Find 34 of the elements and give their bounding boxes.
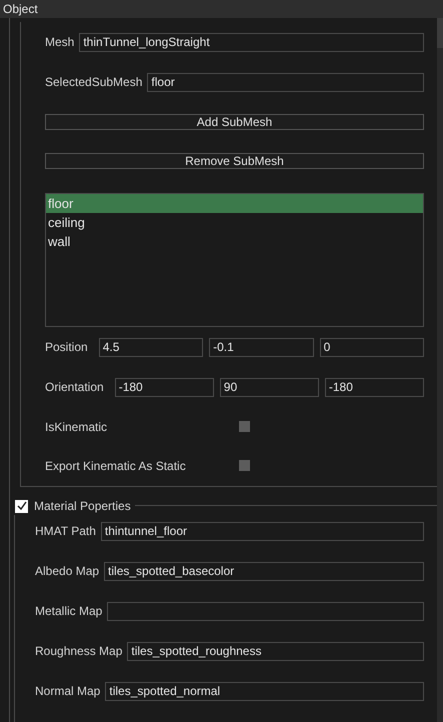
action-button[interactable]: Add SubMesh — [45, 114, 424, 130]
text-field[interactable]: -180 — [114, 378, 214, 396]
list-item[interactable]: wall — [46, 232, 423, 251]
text-field[interactable]: -180 — [324, 378, 424, 396]
text-field[interactable]: 90 — [220, 378, 319, 396]
text-field[interactable]: -0.1 — [209, 338, 314, 356]
field-label: Roughness Map — [35, 643, 122, 660]
list-item[interactable]: floor — [46, 194, 423, 213]
group-title: Material Poperties — [34, 498, 131, 515]
text-field[interactable]: thintunnel_floor — [100, 522, 424, 540]
checkbox[interactable] — [239, 460, 250, 471]
field-label: Metallic Map — [35, 603, 102, 620]
window-title: Object — [3, 1, 38, 18]
action-button[interactable]: Remove SubMesh — [45, 152, 424, 168]
field-label: SelectedSubMesh — [45, 74, 142, 91]
text-field[interactable]: tiles_spotted_normal — [105, 682, 424, 700]
field-label: IsKinematic — [45, 420, 108, 434]
text-field[interactable]: 0 — [320, 338, 424, 356]
field-label: Albedo Map — [35, 563, 100, 580]
text-field[interactable] — [107, 602, 424, 620]
field-label: Export Kinematic As Static — [45, 458, 186, 472]
field-label: HMAT Path — [35, 523, 96, 540]
text-field[interactable]: floor — [147, 72, 424, 92]
field-label: Normal Map — [35, 683, 100, 700]
field-label: Mesh — [45, 34, 74, 51]
text-field[interactable]: 4.5 — [98, 338, 204, 356]
field-label: Position — [45, 339, 88, 356]
text-field[interactable]: tiles_spotted_roughness — [127, 642, 424, 660]
text-field[interactable]: tiles_spotted_basecolor — [104, 562, 424, 580]
checkbox[interactable] — [15, 500, 28, 512]
text-field[interactable]: thinTunnel_longStraight — [79, 32, 424, 52]
checkbox[interactable] — [239, 421, 250, 432]
list-item[interactable]: ceiling — [46, 213, 423, 232]
field-label: Orientation — [45, 379, 104, 396]
